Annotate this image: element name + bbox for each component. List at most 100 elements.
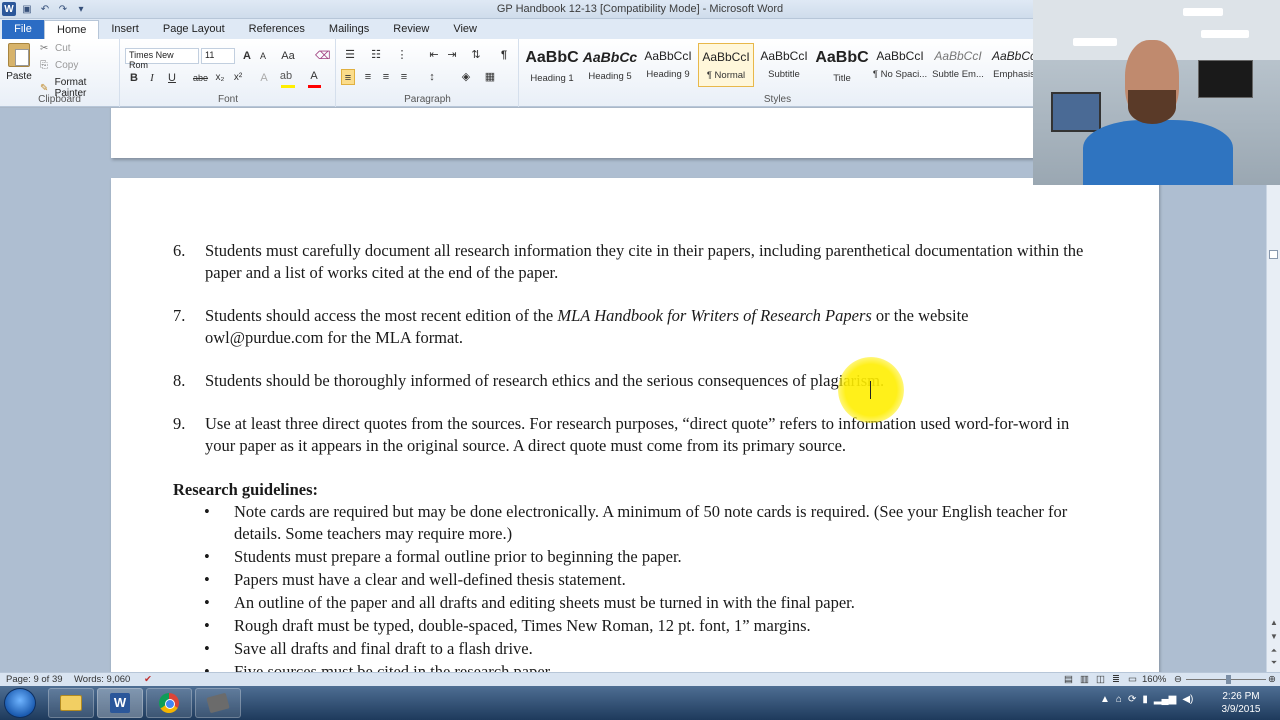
grow-font-button[interactable]: A (240, 48, 254, 64)
proofing-icon[interactable]: ✔ (144, 674, 152, 685)
bold-button[interactable]: B (127, 70, 141, 86)
next-page-icon[interactable]: ⏷ (1267, 658, 1280, 670)
zoom-in-icon[interactable]: ⊕ (1268, 674, 1276, 685)
italic-button[interactable]: I (145, 70, 159, 86)
style-normal[interactable]: AaBbCcI ¶ Normal (698, 43, 754, 87)
borders-icon[interactable]: ▦ (483, 69, 497, 85)
clear-formatting-icon[interactable]: ⌫ (315, 48, 331, 64)
battery-icon[interactable]: ▮ (1142, 694, 1148, 705)
tab-mailings[interactable]: Mailings (317, 20, 381, 39)
page-indicator[interactable]: Page: 9 of 39 (6, 674, 63, 685)
scroll-down-icon[interactable]: ▼ (1267, 632, 1280, 644)
style-heading-5[interactable]: AaBbCc Heading 5 (582, 43, 638, 87)
shading-icon[interactable]: ◈ (459, 69, 473, 85)
print-layout-icon[interactable]: ▤ (1064, 674, 1073, 685)
taskbar-word[interactable]: W (97, 688, 143, 718)
justify-icon[interactable]: ≡ (397, 69, 411, 85)
taskbar-other-app[interactable] (195, 688, 241, 718)
style-preview: AaBbCcI (876, 49, 924, 63)
bullet-dot: • (204, 547, 210, 566)
multilevel-list-icon[interactable]: ⋮ (395, 47, 409, 63)
font-name-dropdown[interactable]: Times New Rom (125, 48, 199, 70)
document-area[interactable]: 6. Students must carefully document all … (0, 108, 1266, 672)
paste-button[interactable]: Paste (4, 43, 34, 87)
increase-indent-icon[interactable]: ⇥ (445, 47, 459, 63)
zoom-out-icon[interactable]: ⊖ (1174, 674, 1182, 685)
superscript-button[interactable]: x² (231, 70, 245, 86)
item-number: 9. (173, 414, 186, 433)
cut-label: Cut (55, 43, 71, 54)
tab-review[interactable]: Review (381, 20, 441, 39)
web-layout-icon[interactable]: ◫ (1096, 674, 1105, 685)
strikethrough-button[interactable]: abe (193, 70, 208, 86)
tab-file[interactable]: File (2, 20, 44, 39)
document-page[interactable]: 6. Students must carefully document all … (111, 178, 1159, 672)
copy-button[interactable]: ⎘ Copy (40, 60, 78, 71)
align-center-icon[interactable]: ≡ (361, 69, 375, 85)
draft-icon[interactable]: ▭ (1128, 674, 1137, 685)
start-button-icon[interactable] (4, 688, 36, 718)
network-icon[interactable]: ⌂ (1116, 694, 1122, 705)
show-formatting-marks-icon[interactable]: ¶ (497, 47, 511, 63)
highlight-icon[interactable]: ab (279, 68, 293, 84)
decrease-indent-icon[interactable]: ⇤ (427, 47, 441, 63)
cut-button[interactable]: ✂ Cut (40, 43, 71, 54)
vertical-scrollbar[interactable]: ▲ ▼ ⏶ ⏷ (1266, 108, 1280, 672)
clock[interactable]: 2:26 PM 3/9/2015 (1216, 690, 1266, 716)
zoom-level[interactable]: 160% (1142, 674, 1166, 685)
bullet-dot: • (204, 662, 210, 672)
full-screen-reading-icon[interactable]: ▥ (1080, 674, 1089, 685)
outline-icon[interactable]: ≣ (1112, 674, 1120, 685)
line-spacing-icon[interactable]: ↕ (425, 69, 439, 85)
style-subtitle[interactable]: AaBbCcI Subtitle (756, 43, 812, 87)
tab-view[interactable]: View (441, 20, 489, 39)
tab-page-layout[interactable]: Page Layout (151, 20, 237, 39)
scissors-icon: ✂ (40, 43, 49, 54)
font-color-button[interactable]: A (307, 68, 321, 84)
zoom-slider-thumb[interactable] (1226, 675, 1231, 684)
tab-home[interactable]: Home (44, 20, 100, 39)
change-case-button[interactable]: Aa (281, 48, 295, 64)
show-hidden-icons-icon[interactable]: ▲ (1100, 694, 1110, 705)
text-cursor-icon (870, 381, 871, 399)
text-effects-icon[interactable]: A (257, 70, 271, 86)
scroll-up-icon[interactable]: ▲ (1267, 618, 1280, 630)
copy-icon: ⎘ (40, 60, 48, 71)
style-heading-9[interactable]: AaBbCcI Heading 9 (640, 43, 696, 87)
clipboard-group-label: Clipboard (38, 94, 81, 105)
highlight-color-swatch (281, 85, 295, 88)
bullets-icon[interactable]: ☰ (343, 47, 357, 63)
style-name: Heading 9 (646, 69, 690, 80)
previous-page-icon[interactable]: ⏶ (1267, 646, 1280, 658)
bullet-dot: • (204, 616, 210, 635)
paragraph-group-label: Paragraph (404, 94, 451, 105)
style-subtle-emphasis[interactable]: AaBbCcI Subtle Em... (930, 43, 986, 87)
styles-group: AaBbC Heading 1 AaBbCc Heading 5 AaBbCcI… (520, 39, 1036, 107)
volume-icon[interactable]: ◀) (1182, 694, 1193, 705)
style-preview: AaBbCcI (644, 49, 692, 63)
subscript-button[interactable]: x₂ (213, 70, 227, 86)
tab-insert[interactable]: Insert (99, 20, 151, 39)
view-ruler-icon[interactable] (1269, 250, 1278, 259)
font-size-dropdown[interactable]: 11 (201, 48, 235, 64)
sync-icon[interactable]: ⟳ (1128, 694, 1136, 705)
signal-icon[interactable]: ▂▄▆ (1154, 694, 1176, 705)
style-no-spacing[interactable]: AaBbCcI ¶ No Spaci... (872, 43, 928, 87)
item-text-italic: MLA Handbook for Writers of Research Pap… (557, 306, 872, 325)
align-left-icon[interactable]: ≡ (341, 69, 355, 85)
style-title[interactable]: AaBbC Title (814, 43, 870, 87)
sort-icon[interactable]: ⇅ (469, 47, 483, 63)
taskbar-chrome[interactable] (146, 688, 192, 718)
taskbar-explorer[interactable] (48, 688, 94, 718)
style-name: Title (833, 73, 851, 84)
underline-button[interactable]: U (165, 70, 179, 86)
webcam-person-body (1083, 120, 1233, 185)
word-count[interactable]: Words: 9,060 (74, 674, 130, 685)
webcam-bulletin-board (1051, 92, 1101, 132)
align-right-icon[interactable]: ≡ (379, 69, 393, 85)
numbering-icon[interactable]: ☷ (369, 47, 383, 63)
status-bar: Page: 9 of 39 Words: 9,060 ✔ ▤ ▥ ◫ ≣ ▭ 1… (0, 672, 1280, 686)
style-heading-1[interactable]: AaBbC Heading 1 (524, 43, 580, 87)
tab-references[interactable]: References (237, 20, 317, 39)
shrink-font-button[interactable]: A (256, 48, 270, 64)
